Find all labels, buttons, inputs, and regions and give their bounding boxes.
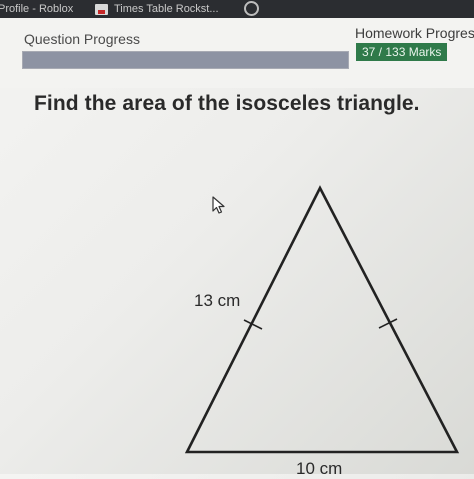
triangle-shape: [184, 185, 460, 454]
side-length-label: 13 cm: [194, 291, 241, 310]
mouse-cursor-icon: [212, 196, 225, 214]
base-length-label: 10 cm: [296, 459, 343, 478]
isosceles-triangle-diagram: [184, 185, 460, 454]
